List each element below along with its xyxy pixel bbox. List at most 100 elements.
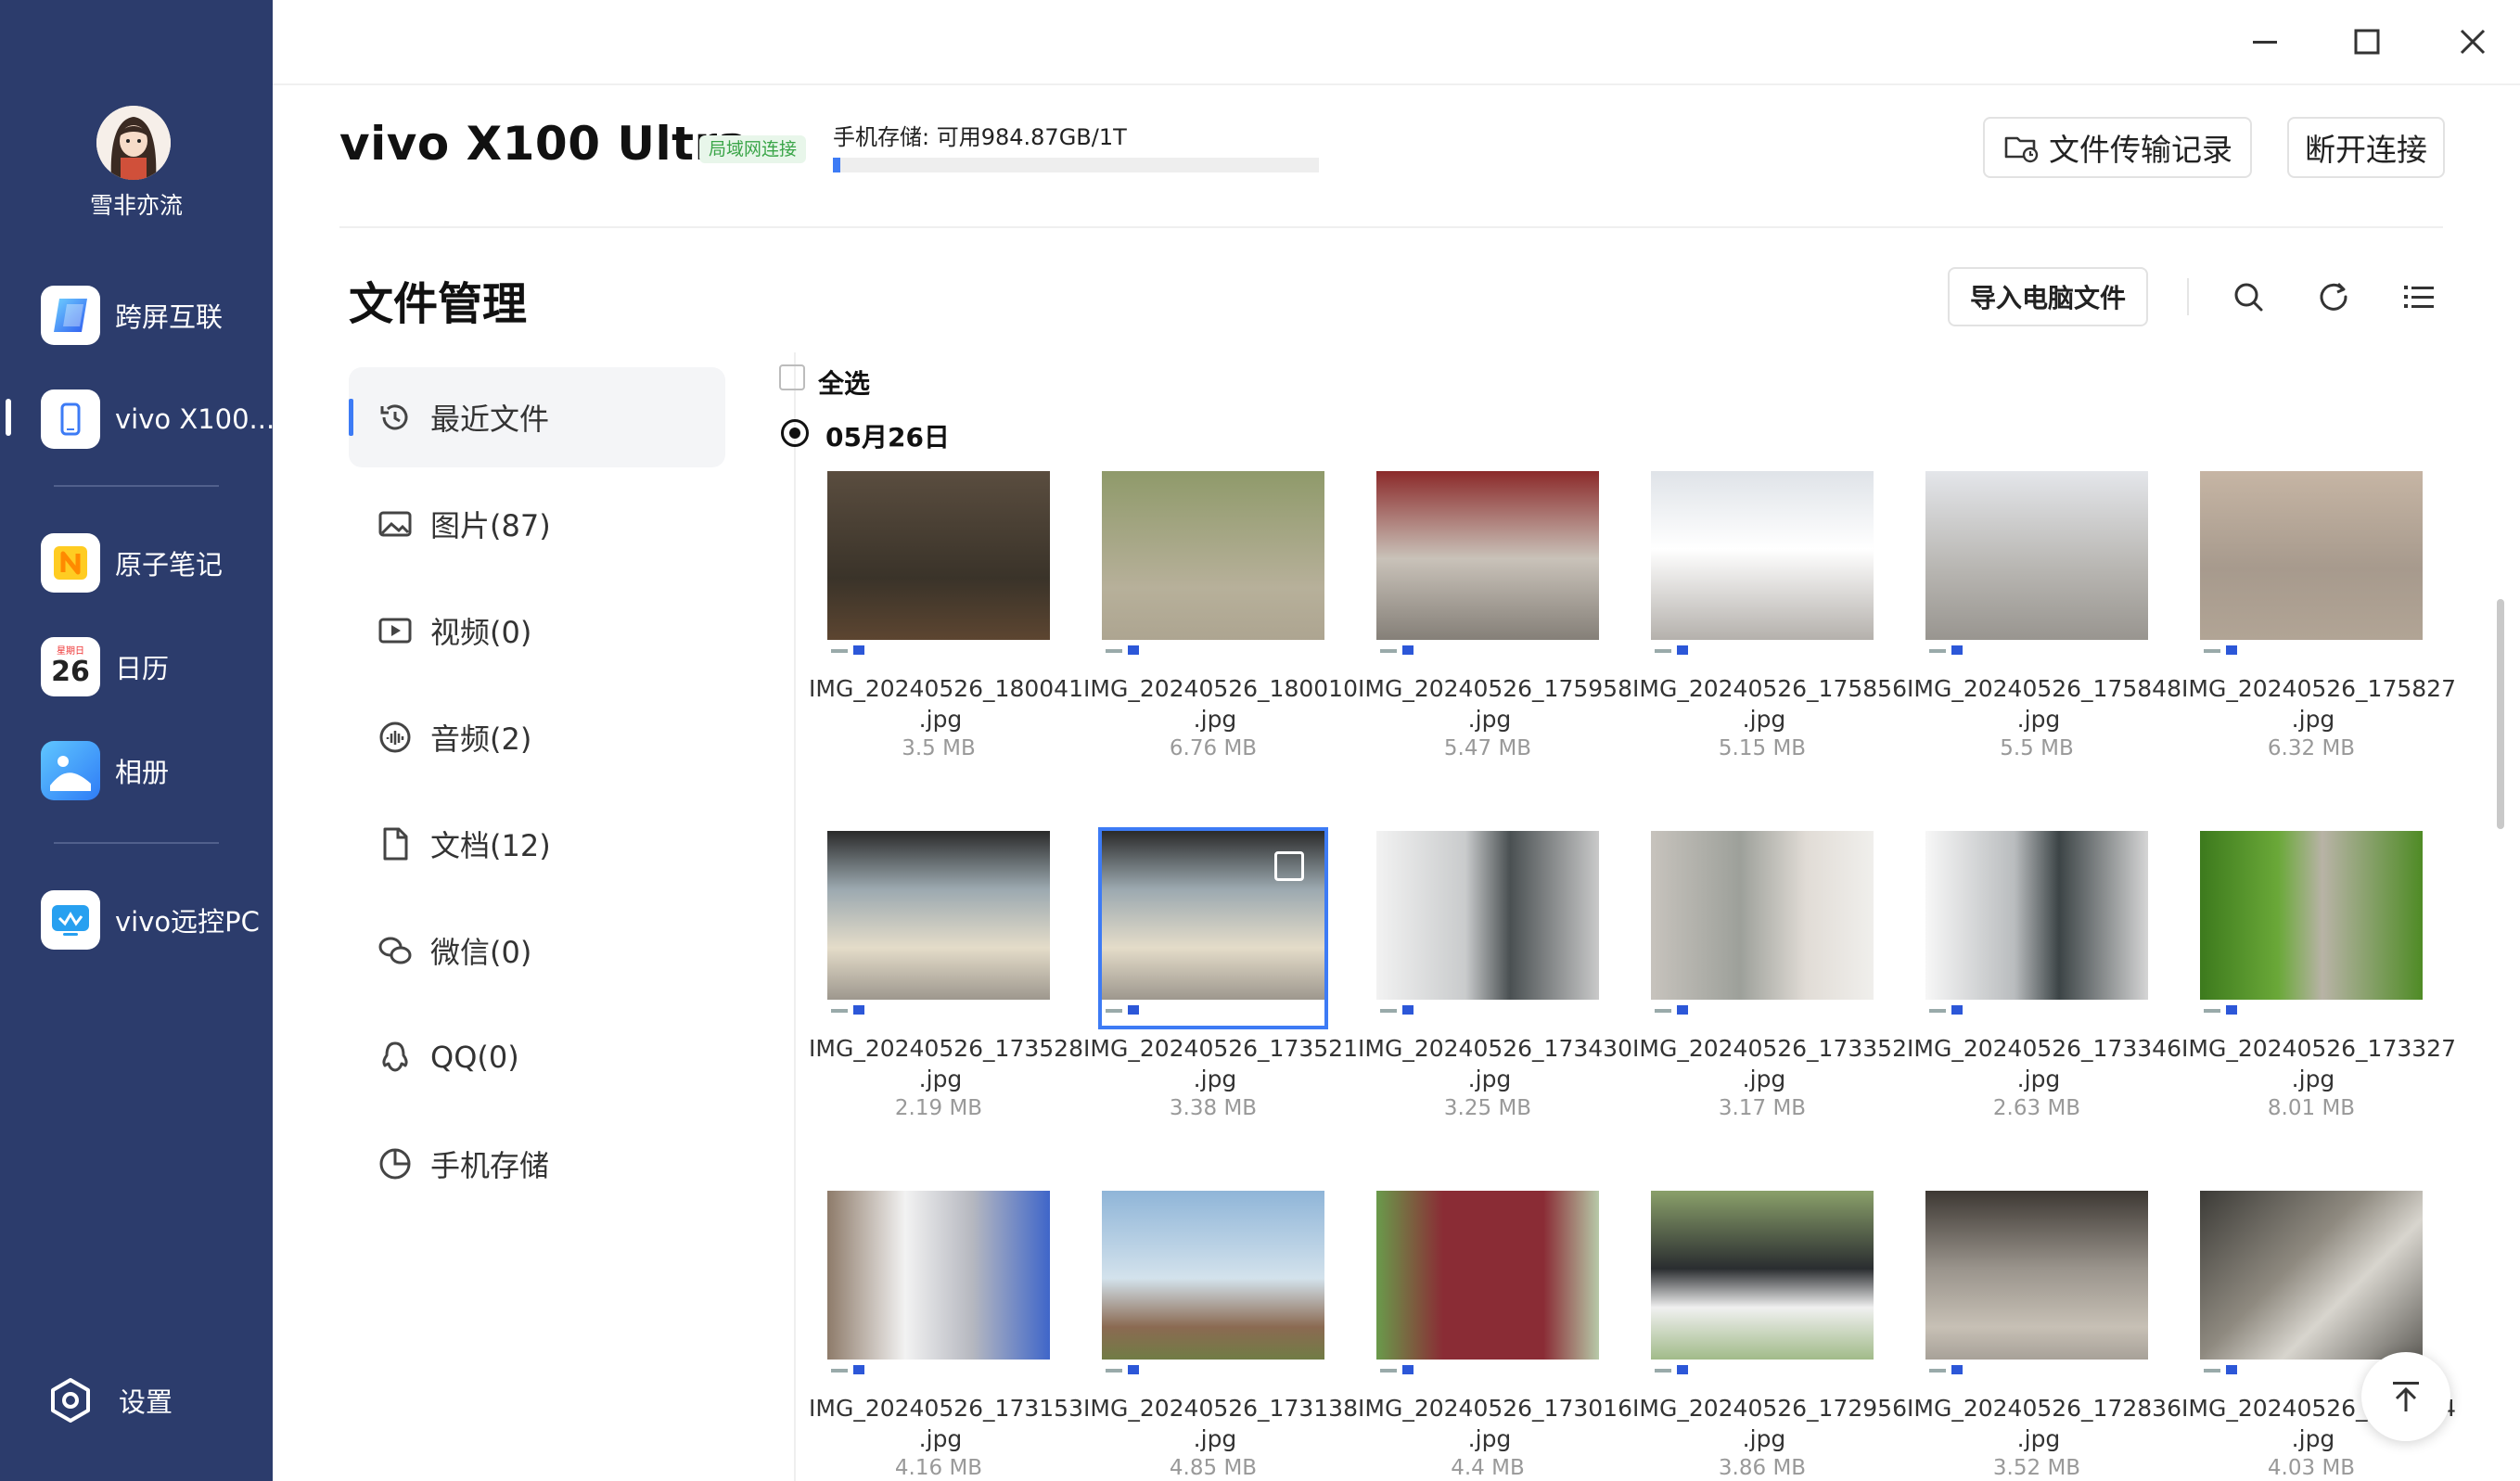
transfer-log-button[interactable]: 文件传输记录 [1983,117,2252,178]
select-all-label: 全选 [818,368,871,399]
file-thumbnail[interactable] [1102,1191,1324,1385]
category-item[interactable]: 视频(0) [349,581,725,681]
album-icon [41,741,100,800]
file-thumbnail[interactable] [1376,471,1599,666]
file-thumbnail[interactable] [1925,1191,2148,1385]
import-pc-files-button[interactable]: 导入电脑文件 [1948,267,2148,326]
sidebar-item-label: vivo远控PC [115,906,260,938]
category-item[interactable]: 文档(12) [349,794,725,894]
file-name: IMG_20240526_172836 .jpg [1907,1393,2181,1454]
file-thumbnail[interactable] [1376,1191,1599,1385]
sidebar-item-notes[interactable]: 原子笔记 [41,530,263,595]
date-group-checkbox[interactable] [781,419,809,447]
file-name: IMG_20240526_173352 [1632,1035,1907,1062]
file-thumbnail[interactable] [1651,1191,1874,1385]
file-thumbnail[interactable] [2200,831,2423,1026]
sidebar-divider [54,842,219,844]
file-tile[interactable]: IMG_20240526_172956 .jpg 3.86 MB [1632,1191,1907,1480]
file-thumbnail[interactable] [1925,471,2148,666]
file-tile[interactable]: IMG_20240526_173528 .jpg 2.19 MB [809,831,1083,1120]
file-select-checkbox[interactable] [1274,851,1304,881]
image-icon [377,505,414,543]
file-thumbnail[interactable] [2200,471,2423,666]
list-view-button[interactable] [2397,274,2441,319]
back-to-top-button[interactable] [2361,1352,2450,1441]
file-tile[interactable]: IMG_20240526_180041 .jpg 3.5 MB [809,471,1083,760]
sidebar-item-vivo-x100[interactable]: vivo X100... [41,387,275,452]
file-name: IMG_20240526_175856 [1632,675,1907,702]
storage-text: 手机存储: 可用984.87GB/1T [833,124,1127,150]
refresh-button[interactable] [2311,274,2356,319]
file-size: 2.63 MB [1992,1096,2081,1120]
file-thumbnail[interactable] [1098,827,1328,1029]
file-name: IMG_20240526_175958 [1358,675,1632,702]
file-thumbnail[interactable] [827,471,1050,666]
file-name: IMG_20240526_173521 [1083,1035,1358,1062]
search-button[interactable] [2226,274,2271,319]
thumbnail-watermark-strip [1651,640,1874,666]
file-thumbnail[interactable] [827,1191,1050,1385]
file-name: IMG_20240526_173138 .jpg [1083,1393,1358,1454]
photo-image [1651,471,1874,666]
toolbar-divider [2187,278,2189,315]
notes-icon [41,533,100,593]
file-tile[interactable]: IMG_20240526_173430 .jpg 3.25 MB [1358,831,1632,1120]
sidebar-item-calendar[interactable]: 星期日 26 日历 [41,634,263,699]
file-tile[interactable]: IMG_20240526_180010 .jpg 6.76 MB [1083,471,1358,760]
file-tile[interactable]: IMG_20240526_173352 .jpg 3.17 MB [1632,831,1907,1120]
file-tile[interactable]: IMG_20240526_173521 .jpg 3.38 MB [1083,827,1358,1120]
video-icon [377,612,414,649]
thumbnail-watermark-strip [1925,1360,2148,1385]
thumbnail-watermark-strip [1102,1000,1324,1026]
document-icon [377,825,414,862]
file-thumbnail[interactable] [1651,831,1874,1026]
file-tile[interactable]: IMG_20240526_175958 .jpg 5.47 MB [1358,471,1632,760]
close-icon [2460,29,2486,55]
file-name: .jpg [1467,706,1512,733]
photo-image [1376,1191,1599,1385]
settings-button[interactable]: 设置 [46,1371,173,1430]
file-tile[interactable]: IMG_20240526_175827 .jpg 6.32 MB [2181,471,2456,760]
category-item[interactable]: QQ(0) [349,1007,725,1107]
minimize-button[interactable] [2237,19,2293,65]
file-tile[interactable]: IMG_20240526_173153 .jpg 4.16 MB [809,1191,1083,1480]
file-name: IMG_20240526_175958 .jpg [1358,673,1632,734]
user-avatar[interactable] [96,106,171,180]
category-item[interactable]: 音频(2) [349,687,725,787]
file-name: .jpg [1193,706,1237,733]
file-size: 2.19 MB [894,1096,983,1120]
audio-icon [377,719,414,756]
sidebar-item-cross-screen[interactable]: 跨屏互联 [41,283,263,348]
file-tile[interactable]: IMG_20240526_173327 .jpg 8.01 MB [2181,831,2456,1120]
file-tile[interactable]: IMG_20240526_173346 .jpg 2.63 MB [1907,831,2181,1120]
file-size: 4.85 MB [1169,1456,1258,1480]
file-thumbnail[interactable] [1376,831,1599,1026]
photo-image [2200,471,2423,666]
category-item[interactable]: 微信(0) [349,900,725,1001]
file-tile[interactable]: IMG_20240526_173016 .jpg 4.4 MB [1358,1191,1632,1480]
category-item[interactable]: 手机存储 [349,1114,725,1214]
maximize-button[interactable] [2339,19,2395,65]
file-tile[interactable]: IMG_20240526_173138 .jpg 4.85 MB [1083,1191,1358,1480]
sidebar-item-album[interactable]: 相册 [41,738,263,803]
file-thumbnail[interactable] [1651,471,1874,666]
photo-image [1102,471,1324,666]
file-thumbnail[interactable] [1102,471,1324,666]
disconnect-button[interactable]: 断开连接 [2287,117,2445,178]
photo-image [827,831,1050,1026]
file-name: IMG_20240526_173352 .jpg [1632,1033,1907,1094]
sidebar-item-remote-pc[interactable]: vivo远控PC [41,887,263,952]
file-thumbnail[interactable] [827,831,1050,1026]
import-label: 导入电脑文件 [1969,283,2126,313]
scrollbar[interactable] [2497,599,2504,829]
category-item[interactable]: 最近文件 [349,367,725,467]
file-name: .jpg [918,1066,963,1092]
file-tile[interactable]: IMG_20240526_175848 .jpg 5.5 MB [1907,471,2181,760]
select-all-checkbox[interactable] [779,364,805,390]
category-item[interactable]: 图片(87) [349,474,725,574]
close-button[interactable] [2445,19,2501,65]
file-thumbnail[interactable] [1925,831,2148,1026]
category-label: 视频(0) [430,615,532,650]
file-tile[interactable]: IMG_20240526_172836 .jpg 3.52 MB [1907,1191,2181,1480]
file-tile[interactable]: IMG_20240526_175856 .jpg 5.15 MB [1632,471,1907,760]
